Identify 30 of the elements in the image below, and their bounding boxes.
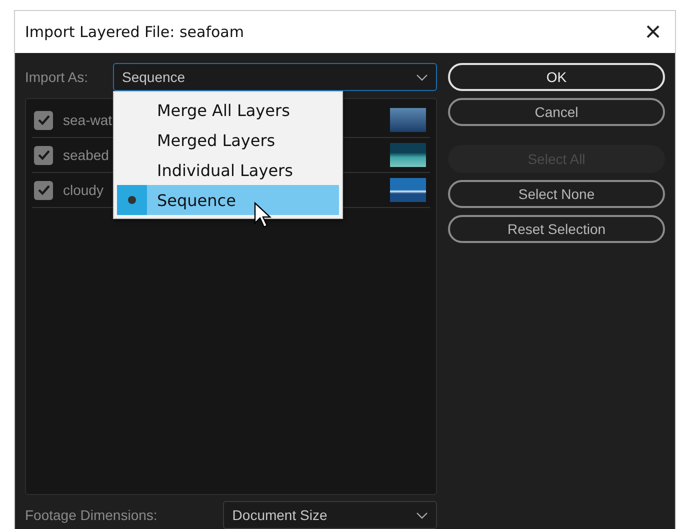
footage-dimensions-label: Footage Dimensions:	[25, 507, 158, 523]
menu-item[interactable]: Sequence	[117, 185, 339, 215]
photo-placeholder	[390, 143, 426, 167]
menu-item[interactable]: Merged Layers	[117, 125, 339, 155]
import-as-dropdown[interactable]: Sequence	[113, 63, 437, 91]
photo-placeholder	[390, 178, 426, 202]
footage-dimensions-dropdown[interactable]: Document Size	[223, 501, 437, 529]
menu-item[interactable]: Individual Layers	[117, 155, 339, 185]
chevron-down-icon	[416, 512, 428, 518]
dialog-button[interactable]: OK	[448, 63, 665, 91]
checkmark-icon	[36, 184, 50, 196]
dialog-button[interactable]: Select None	[448, 180, 665, 208]
checkmark-icon	[36, 114, 50, 126]
photo-placeholder	[390, 108, 426, 132]
bullet-icon	[128, 196, 136, 204]
checkbox[interactable]	[34, 180, 53, 200]
mouse-pointer-icon	[254, 202, 272, 228]
menu-item[interactable]: Merge All Layers	[117, 95, 339, 125]
checkbox[interactable]	[34, 146, 53, 164]
dialog-button[interactable]: Reset Selection	[448, 215, 665, 243]
import-as-label: Import As:	[25, 69, 90, 85]
close-button[interactable]: ×	[631, 12, 675, 52]
checkmark-icon	[36, 149, 50, 161]
layer-name: sea-wat	[63, 112, 112, 128]
dialog-button[interactable]: Cancel	[448, 98, 665, 126]
checkbox[interactable]	[34, 110, 53, 130]
window-title: Import Layered File: seafoam	[25, 23, 244, 41]
layer-name: seabed	[63, 147, 109, 163]
chevron-down-icon	[416, 74, 428, 80]
layer-name: cloudy	[63, 182, 104, 198]
